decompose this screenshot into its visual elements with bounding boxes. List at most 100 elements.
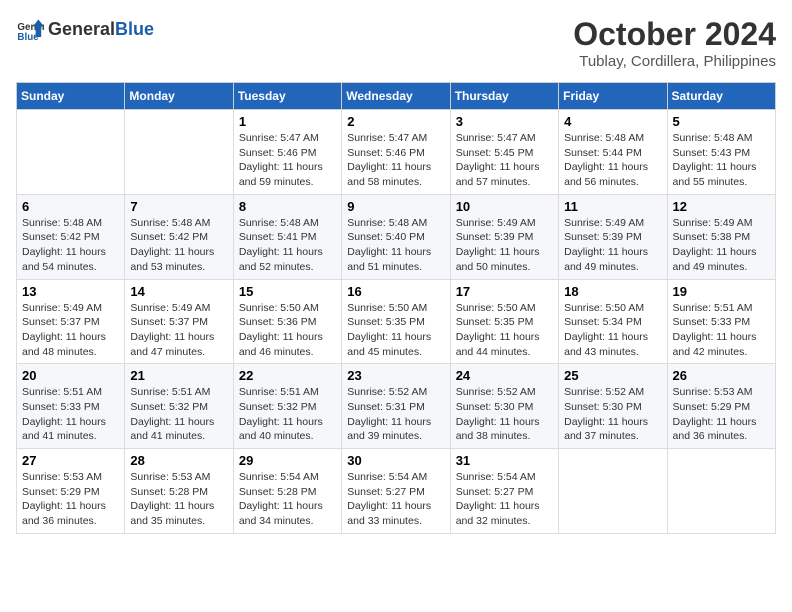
calendar-cell xyxy=(559,449,667,534)
day-info: Sunrise: 5:51 AMSunset: 5:33 PMDaylight:… xyxy=(22,385,119,444)
day-number: 17 xyxy=(456,284,553,299)
calendar-cell: 25 Sunrise: 5:52 AMSunset: 5:30 PMDayligh… xyxy=(559,364,667,449)
calendar-cell: 30Sunrise: 5:54 AMSunset: 5:27 PMDayligh… xyxy=(342,449,450,534)
weekday-header-wednesday: Wednesday xyxy=(342,83,450,110)
location: Tublay, Cordillera, Philippines xyxy=(573,53,776,70)
calendar-cell: 24 Sunrise: 5:52 AMSunset: 5:30 PMDayligh… xyxy=(450,364,558,449)
day-info: Sunrise: 5:48 AMSunset: 5:44 PMDaylight:… xyxy=(564,131,661,190)
day-number: 4 xyxy=(564,114,661,129)
weekday-header-sunday: Sunday xyxy=(17,83,125,110)
day-number: 14 xyxy=(130,284,227,299)
day-info: Sunrise: 5:49 AMSunset: 5:37 PMDaylight:… xyxy=(130,301,227,360)
day-info: Sunrise: 5:52 AMSunset: 5:30 PMDaylight:… xyxy=(456,385,553,444)
calendar-cell: 18Sunrise: 5:50 AMSunset: 5:34 PMDayligh… xyxy=(559,279,667,364)
day-info: Sunrise: 5:48 AMSunset: 5:43 PMDaylight:… xyxy=(673,131,770,190)
calendar-cell: 3 Sunrise: 5:47 AMSunset: 5:45 PMDaylight… xyxy=(450,110,558,195)
calendar-cell: 29 Sunrise: 5:54 AMSunset: 5:28 PMDayligh… xyxy=(233,449,341,534)
day-info: Sunrise: 5:48 AMSunset: 5:40 PMDaylight:… xyxy=(347,216,444,275)
day-number: 27 xyxy=(22,453,119,468)
day-number: 2 xyxy=(347,114,444,129)
day-number: 29 xyxy=(239,453,336,468)
weekday-header-friday: Friday xyxy=(559,83,667,110)
weekday-header-saturday: Saturday xyxy=(667,83,775,110)
day-number: 24 xyxy=(456,368,553,383)
day-number: 12 xyxy=(673,199,770,214)
day-number: 15 xyxy=(239,284,336,299)
day-info: Sunrise: 5:50 AMSunset: 5:35 PMDaylight:… xyxy=(347,301,444,360)
day-info: Sunrise: 5:48 AMSunset: 5:42 PMDaylight:… xyxy=(130,216,227,275)
calendar-cell: 11 Sunrise: 5:49 AMSunset: 5:39 PMDayligh… xyxy=(559,194,667,279)
logo-text: GeneralBlue xyxy=(48,20,154,40)
calendar-cell: 7 Sunrise: 5:48 AMSunset: 5:42 PMDaylight… xyxy=(125,194,233,279)
calendar-week-3: 13 Sunrise: 5:49 AMSunset: 5:37 PMDayligh… xyxy=(17,279,776,364)
day-info: Sunrise: 5:47 AMSunset: 5:45 PMDaylight:… xyxy=(456,131,553,190)
month-title: October 2024 xyxy=(573,16,776,53)
day-info: Sunrise: 5:48 AMSunset: 5:41 PMDaylight:… xyxy=(239,216,336,275)
calendar-week-1: 1 Sunrise: 5:47 AMSunset: 5:46 PMDaylight… xyxy=(17,110,776,195)
day-number: 5 xyxy=(673,114,770,129)
logo-icon: General Blue xyxy=(16,16,44,44)
day-number: 13 xyxy=(22,284,119,299)
day-info: Sunrise: 5:49 AMSunset: 5:39 PMDaylight:… xyxy=(456,216,553,275)
day-number: 6 xyxy=(22,199,119,214)
day-info: Sunrise: 5:54 AMSunset: 5:27 PMDaylight:… xyxy=(347,470,444,529)
day-info: Sunrise: 5:50 AMSunset: 5:34 PMDaylight:… xyxy=(564,301,661,360)
weekday-header-monday: Monday xyxy=(125,83,233,110)
day-info: Sunrise: 5:51 AMSunset: 5:32 PMDaylight:… xyxy=(130,385,227,444)
day-number: 31 xyxy=(456,453,553,468)
day-info: Sunrise: 5:54 AMSunset: 5:27 PMDaylight:… xyxy=(456,470,553,529)
logo: General Blue GeneralBlue xyxy=(16,16,154,44)
calendar-cell xyxy=(17,110,125,195)
day-number: 1 xyxy=(239,114,336,129)
calendar-cell: 16 Sunrise: 5:50 AMSunset: 5:35 PMDayligh… xyxy=(342,279,450,364)
calendar-table: SundayMondayTuesdayWednesdayThursdayFrid… xyxy=(16,82,776,534)
calendar-cell: 31 Sunrise: 5:54 AMSunset: 5:27 PMDayligh… xyxy=(450,449,558,534)
calendar-cell: 13 Sunrise: 5:49 AMSunset: 5:37 PMDayligh… xyxy=(17,279,125,364)
calendar-cell: 15Sunrise: 5:50 AMSunset: 5:36 PMDayligh… xyxy=(233,279,341,364)
title-block: October 2024 Tublay, Cordillera, Philipp… xyxy=(573,16,776,70)
day-info: Sunrise: 5:52 AMSunset: 5:30 PMDaylight:… xyxy=(564,385,661,444)
calendar-week-2: 6 Sunrise: 5:48 AMSunset: 5:42 PMDaylight… xyxy=(17,194,776,279)
calendar-cell: 14 Sunrise: 5:49 AMSunset: 5:37 PMDayligh… xyxy=(125,279,233,364)
day-info: Sunrise: 5:52 AMSunset: 5:31 PMDaylight:… xyxy=(347,385,444,444)
calendar-cell: 20 Sunrise: 5:51 AMSunset: 5:33 PMDayligh… xyxy=(17,364,125,449)
day-number: 25 xyxy=(564,368,661,383)
calendar-week-4: 20 Sunrise: 5:51 AMSunset: 5:33 PMDayligh… xyxy=(17,364,776,449)
day-info: Sunrise: 5:53 AMSunset: 5:28 PMDaylight:… xyxy=(130,470,227,529)
calendar-week-5: 27 Sunrise: 5:53 AMSunset: 5:29 PMDayligh… xyxy=(17,449,776,534)
day-number: 23 xyxy=(347,368,444,383)
day-info: Sunrise: 5:53 AMSunset: 5:29 PMDaylight:… xyxy=(673,385,770,444)
calendar-cell: 8Sunrise: 5:48 AMSunset: 5:41 PMDaylight… xyxy=(233,194,341,279)
day-info: Sunrise: 5:48 AMSunset: 5:42 PMDaylight:… xyxy=(22,216,119,275)
weekday-header-thursday: Thursday xyxy=(450,83,558,110)
day-number: 19 xyxy=(673,284,770,299)
day-number: 22 xyxy=(239,368,336,383)
weekday-header-row: SundayMondayTuesdayWednesdayThursdayFrid… xyxy=(17,83,776,110)
day-info: Sunrise: 5:54 AMSunset: 5:28 PMDaylight:… xyxy=(239,470,336,529)
calendar-cell: 26Sunrise: 5:53 AMSunset: 5:29 PMDayligh… xyxy=(667,364,775,449)
day-info: Sunrise: 5:49 AMSunset: 5:39 PMDaylight:… xyxy=(564,216,661,275)
calendar-cell: 28 Sunrise: 5:53 AMSunset: 5:28 PMDayligh… xyxy=(125,449,233,534)
day-info: Sunrise: 5:53 AMSunset: 5:29 PMDaylight:… xyxy=(22,470,119,529)
day-info: Sunrise: 5:47 AMSunset: 5:46 PMDaylight:… xyxy=(347,131,444,190)
calendar-cell: 12 Sunrise: 5:49 AMSunset: 5:38 PMDayligh… xyxy=(667,194,775,279)
calendar-cell: 4 Sunrise: 5:48 AMSunset: 5:44 PMDaylight… xyxy=(559,110,667,195)
day-number: 16 xyxy=(347,284,444,299)
day-number: 10 xyxy=(456,199,553,214)
day-number: 11 xyxy=(564,199,661,214)
day-info: Sunrise: 5:49 AMSunset: 5:38 PMDaylight:… xyxy=(673,216,770,275)
calendar-body: 1 Sunrise: 5:47 AMSunset: 5:46 PMDaylight… xyxy=(17,110,776,534)
day-info: Sunrise: 5:50 AMSunset: 5:35 PMDaylight:… xyxy=(456,301,553,360)
calendar-cell: 5 Sunrise: 5:48 AMSunset: 5:43 PMDaylight… xyxy=(667,110,775,195)
day-number: 28 xyxy=(130,453,227,468)
calendar-cell: 6 Sunrise: 5:48 AMSunset: 5:42 PMDaylight… xyxy=(17,194,125,279)
day-info: Sunrise: 5:47 AMSunset: 5:46 PMDaylight:… xyxy=(239,131,336,190)
day-number: 3 xyxy=(456,114,553,129)
calendar-cell: 21Sunrise: 5:51 AMSunset: 5:32 PMDayligh… xyxy=(125,364,233,449)
calendar-cell: 23 Sunrise: 5:52 AMSunset: 5:31 PMDayligh… xyxy=(342,364,450,449)
calendar-cell: 2 Sunrise: 5:47 AMSunset: 5:46 PMDaylight… xyxy=(342,110,450,195)
day-number: 9 xyxy=(347,199,444,214)
day-info: Sunrise: 5:49 AMSunset: 5:37 PMDaylight:… xyxy=(22,301,119,360)
day-number: 7 xyxy=(130,199,227,214)
day-number: 20 xyxy=(22,368,119,383)
